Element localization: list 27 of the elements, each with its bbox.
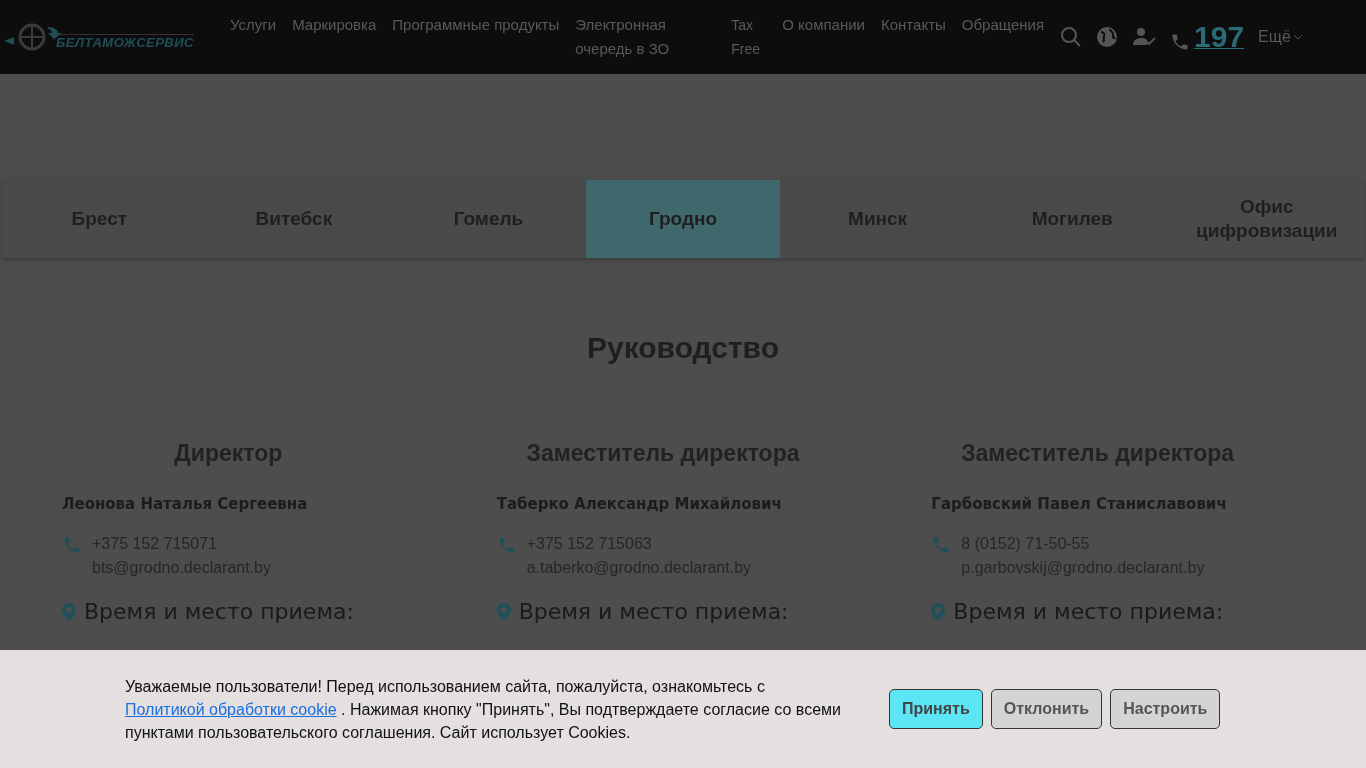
nav-link[interactable]: Маркировка (292, 13, 377, 37)
phone-icon (1170, 32, 1191, 52)
cookie-button[interactable]: Настроить (1110, 689, 1221, 729)
nav-link[interactable]: Контакты (881, 13, 946, 37)
hotline-number[interactable]: 197 (1194, 22, 1245, 52)
nav-link[interactable]: О компании (782, 13, 865, 37)
cookie-policy-link[interactable]: Политикой обработки cookie (125, 700, 337, 718)
nav-link[interactable]: Обращения (961, 13, 1045, 37)
nav-link[interactable]: Tax Free (731, 13, 767, 61)
city-tab[interactable]: Гродно (585, 180, 781, 258)
nav-link[interactable]: Электронная очередь в ЗО (575, 13, 716, 61)
cookie-button[interactable]: Отклонить (990, 689, 1103, 729)
search-icon[interactable] (1060, 26, 1083, 48)
location-pin-icon (931, 602, 946, 621)
location-pin-icon (496, 602, 511, 621)
globe-icon[interactable] (1096, 26, 1119, 48)
location-pin-icon (62, 602, 76, 621)
user-check-icon[interactable] (1132, 27, 1157, 47)
chevron-icon (1292, 34, 1303, 40)
accept-button[interactable]: Принять (889, 689, 983, 729)
more-menu[interactable]: Ещё (1258, 28, 1303, 46)
nav-link[interactable]: Услуги (230, 13, 277, 37)
phone-icon (62, 535, 82, 555)
cookie-notice: Уважаемые пользователи! Перед использованием сайта, пожалуйста, ознакомьтесь с Политикой обработки cookie . Нажимая кнопку "Принять", Вы подтверждаете согласие со всеми пунктами пользовательского соглашения. Сайт использует Cookies. (125, 676, 842, 743)
logo-text[interactable]: БЕЛТАМОЖСЕРВИС (56, 34, 194, 50)
phone-icon (931, 535, 952, 555)
nav-link[interactable]: Программные продукты (392, 13, 560, 37)
